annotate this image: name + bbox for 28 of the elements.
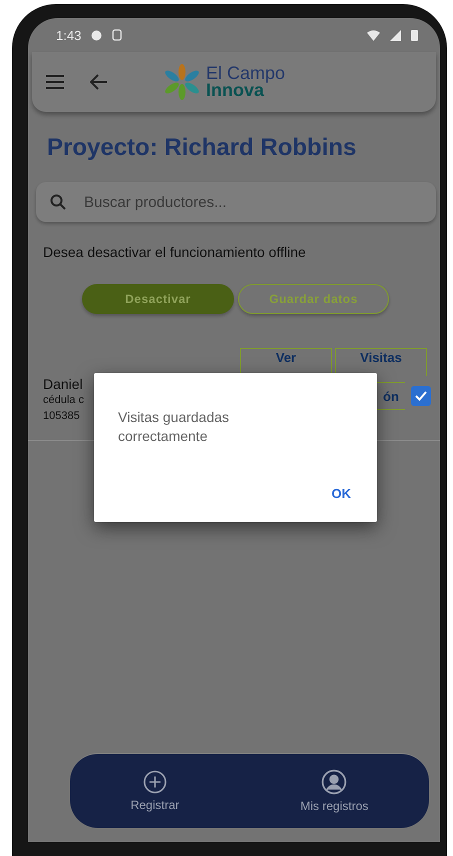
nav-item[interactable]: Registrar [124,769,186,813]
logo-subtitle: Innova [206,82,264,99]
offline-prompt: Desea desactivar el funcionamiento offline [43,244,307,260]
id-number: 105385 [43,409,80,424]
checkbox[interactable] [411,386,431,406]
sim-card-icon [112,29,122,41]
user-circle-icon [321,769,348,795]
checkmark-icon [415,391,427,401]
back-arrow-icon[interactable] [90,74,108,90]
id-label: cédula c [43,393,84,408]
dialog-message: Visitas guardadas correctamente [118,408,230,446]
nav-item[interactable]: Mis registros [294,768,374,814]
menu-icon[interactable] [46,75,64,89]
deactivate-button[interactable]: Desactivar [82,284,234,314]
battery-icon [411,29,418,41]
project-title: Proyecto: Richard Robbins [47,134,358,162]
logo-title: El Campo [206,65,286,82]
flower-logo-icon [164,64,200,100]
search-icon [50,194,66,210]
ok-button[interactable]: OK [326,485,357,502]
wifi-icon [367,30,380,40]
search-field[interactable]: Buscar productores... [82,192,422,212]
status-time: 1:43 [56,28,82,42]
save-data-button[interactable]: Guardar datos [238,284,389,314]
search-bar[interactable]: Buscar productores... [36,182,436,222]
producer-name: Daniel [43,376,83,392]
add-circle-icon [142,770,167,794]
signal-icon [390,30,401,40]
